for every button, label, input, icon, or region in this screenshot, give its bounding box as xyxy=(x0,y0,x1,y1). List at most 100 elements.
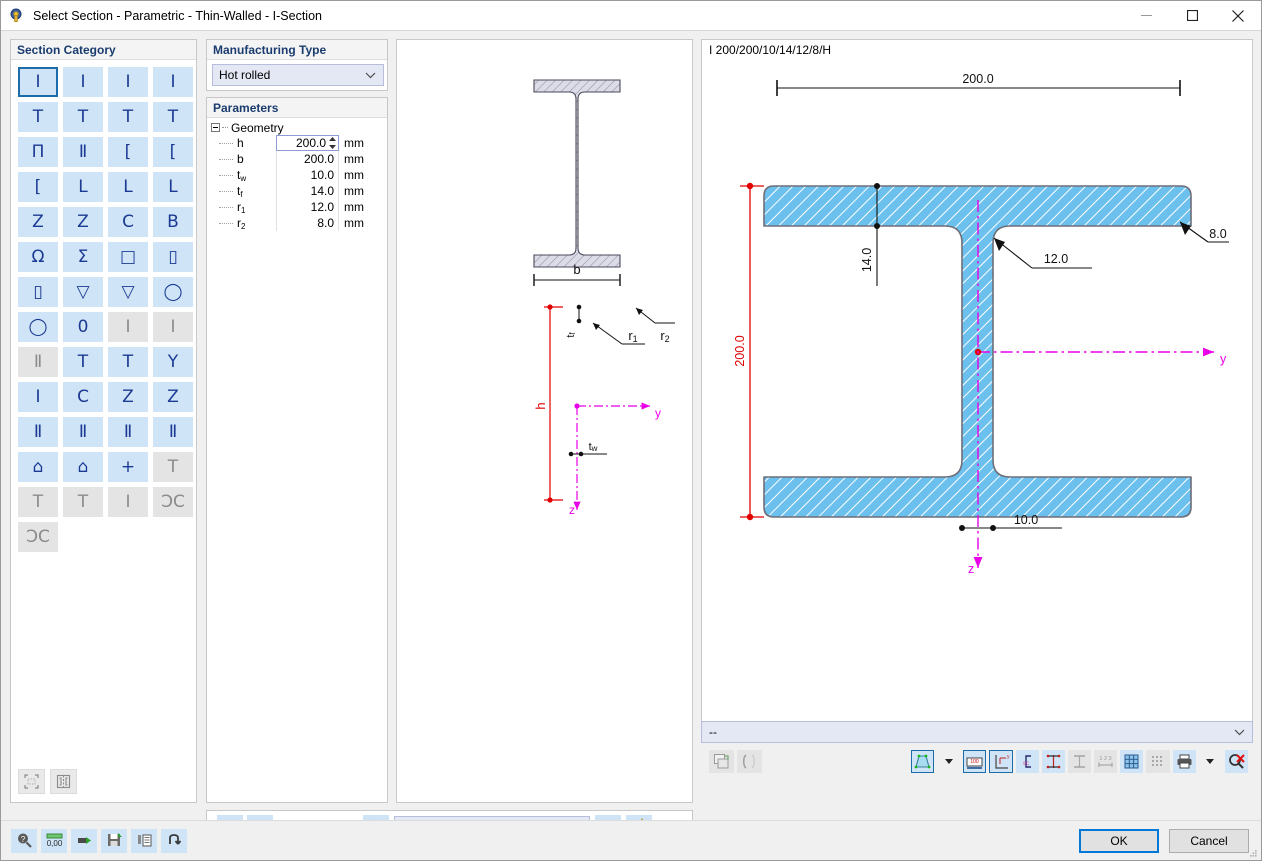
section-category-t-section-1[interactable]: T xyxy=(18,102,58,132)
collapse-icon[interactable] xyxy=(211,123,220,132)
section-category-tee-welded-1[interactable]: T xyxy=(63,347,103,377)
section-category-t-section-2[interactable]: T xyxy=(63,102,103,132)
section-category-rect-hollow-1[interactable]: ▯ xyxy=(153,242,193,272)
printer-icon[interactable] xyxy=(1172,750,1196,773)
section-category-square-hollow[interactable]: □ xyxy=(108,242,148,272)
section-category-hat-section[interactable]: Ω xyxy=(18,242,58,272)
ok-button[interactable]: OK xyxy=(1079,828,1159,853)
parameter-value-input[interactable]: 8.0 xyxy=(276,215,339,231)
maximize-button[interactable] xyxy=(1169,1,1215,31)
parameters-tree: Geometry h 200.0 mm b 200.0 mm tw 10.0 mm tf 14.0 m… xyxy=(207,118,387,231)
section-category-tee-welded-2[interactable]: T xyxy=(108,347,148,377)
section-category-trapezoid-1[interactable]: ▽ xyxy=(63,277,103,307)
section-category-angle-2[interactable]: L xyxy=(108,172,148,202)
section-category-channel-welded-1[interactable]: C xyxy=(63,382,103,412)
section-category-channel-1[interactable]: [ xyxy=(108,137,148,167)
section-category-i-section-4[interactable]: I xyxy=(153,67,193,97)
section-category-circle-1[interactable]: ◯ xyxy=(18,312,58,342)
cancel-button[interactable]: Cancel xyxy=(1169,828,1249,853)
section-category-double-i-section[interactable]: Ⅱ xyxy=(63,137,103,167)
close-button[interactable] xyxy=(1215,1,1261,31)
manufacturing-type-select[interactable]: Hot rolled xyxy=(212,64,384,86)
section-category-c-section[interactable]: C xyxy=(108,207,148,237)
section-category-grid: I I I I T T T T Π Ⅱ[[[L L L Z Z C B Ω Σ □ ▯ ▯ ▽ ▽ ◯ ◯ 0 I I Ⅱ T T Y I C Z Z… xyxy=(11,60,196,552)
stress-points-icon[interactable] xyxy=(1067,750,1092,773)
parameter-value-input[interactable]: 12.0 xyxy=(276,199,339,215)
preview-label-r1: r1 xyxy=(628,328,637,344)
section-category-channel-2[interactable]: [ xyxy=(153,137,193,167)
section-category-i-section-1[interactable]: I xyxy=(18,67,58,97)
minimize-button[interactable] xyxy=(1123,1,1169,31)
section-category-z-welded-2[interactable]: Z xyxy=(153,382,193,412)
double-i-section-icon: Ⅱ xyxy=(78,141,88,162)
section-category-oval[interactable]: 0 xyxy=(63,312,103,342)
bottom-toolbar: ? 0,00 xyxy=(11,828,187,853)
section-edit-icon[interactable] xyxy=(737,750,762,773)
geometry-group-row[interactable]: Geometry xyxy=(207,120,387,135)
fit-frame-icon[interactable] xyxy=(18,769,45,794)
print-dropdown[interactable] xyxy=(1199,750,1222,773)
parameter-value-input[interactable]: 10.0 xyxy=(276,167,339,183)
parameter-value: 200.0 xyxy=(295,136,326,150)
units-icon[interactable]: 0,00 xyxy=(41,828,67,853)
section-category-i-section-2[interactable]: I xyxy=(63,67,103,97)
spinner-icon[interactable] xyxy=(328,137,336,149)
section-category-double-t-welded-2[interactable]: Ⅱ xyxy=(153,417,193,447)
section-category-cross-section[interactable]: + xyxy=(108,452,148,482)
section-category-z-section-2[interactable]: Z xyxy=(63,207,103,237)
section-category-closed-box-2[interactable]: ⌂ xyxy=(63,452,103,482)
mesh-icon[interactable] xyxy=(1146,750,1170,773)
dimension-icon[interactable]: 100 xyxy=(963,750,987,773)
tree-dash xyxy=(219,222,233,224)
section-category-sigma-lipped[interactable]: B xyxy=(153,207,193,237)
axis-system-icon[interactable]: y xyxy=(989,750,1013,773)
section-category-double-i-welded-2[interactable]: Ⅱ xyxy=(108,417,148,447)
shape-render-icon[interactable] xyxy=(910,750,935,773)
parameter-name-subscript: 2 xyxy=(241,221,246,231)
section-category-t-section-4[interactable]: T xyxy=(153,102,193,132)
numbering-icon[interactable]: 1 2 3 xyxy=(1094,750,1118,773)
box-double-web-icon: Ⅱ xyxy=(33,351,43,372)
parameter-row[interactable]: h 200.0 mm xyxy=(207,135,387,151)
section-category-angle-1[interactable]: L xyxy=(63,172,103,202)
parameter-value-input[interactable]: 14.0 xyxy=(276,183,339,199)
section-drawing-canvas[interactable]: 200.0 200.0 14.0 12.0 8.0 10.0 y z xyxy=(702,60,1252,715)
section-lock-icon xyxy=(9,8,25,24)
parameter-row[interactable]: tw 10.0 mm xyxy=(207,167,387,183)
section-category-t-section-3[interactable]: T xyxy=(108,102,148,132)
settings-icon[interactable] xyxy=(71,828,97,853)
section-category-rect-hollow-2[interactable]: ▯ xyxy=(18,277,58,307)
section-category-closed-box-1[interactable]: ⌂ xyxy=(18,452,58,482)
parameter-row[interactable]: r2 8.0 mm xyxy=(207,215,387,231)
parameter-value-input[interactable]: 200.0 xyxy=(276,151,339,167)
parameter-value-input[interactable]: 200.0 xyxy=(276,135,339,151)
mirror-icon[interactable] xyxy=(50,769,77,794)
section-category-i-welded-3[interactable]: I xyxy=(18,382,58,412)
section-category-z-welded-1[interactable]: Z xyxy=(108,382,148,412)
copy-view-icon[interactable] xyxy=(709,750,734,773)
parameter-row[interactable]: r1 12.0 mm xyxy=(207,199,387,215)
section-category-sigma-section[interactable]: Σ xyxy=(63,242,103,272)
undo-arrow-icon[interactable] xyxy=(161,828,187,853)
section-category-i-section-3[interactable]: I xyxy=(108,67,148,97)
section-category-z-section-1[interactable]: Z xyxy=(18,207,58,237)
save-icon[interactable] xyxy=(101,828,127,853)
grid-icon[interactable] xyxy=(1120,750,1144,773)
section-category-circle-hollow[interactable]: ◯ xyxy=(153,277,193,307)
zoom-reset-icon[interactable] xyxy=(1224,750,1248,773)
section-category-trapezoid-2[interactable]: ▽ xyxy=(108,277,148,307)
section-category-angle-3[interactable]: L xyxy=(153,172,193,202)
section-category-double-i-welded-1[interactable]: Ⅱ xyxy=(18,417,58,447)
section-category-pi-section[interactable]: Π xyxy=(18,137,58,167)
section-category-double-t-welded[interactable]: Ⅱ xyxy=(63,417,103,447)
resize-grip[interactable] xyxy=(1248,847,1258,857)
help-magnifier-icon[interactable]: ? xyxy=(11,828,37,853)
parameter-row[interactable]: b 200.0 mm xyxy=(207,151,387,167)
detail-list-icon[interactable] xyxy=(131,828,157,853)
shear-center-icon[interactable]: sc xyxy=(1015,750,1039,773)
render-mode-dropdown[interactable] xyxy=(937,750,960,773)
section-category-tee-welded-3[interactable]: Y xyxy=(153,347,193,377)
section-category-channel-3[interactable]: [ xyxy=(18,172,58,202)
parameter-row[interactable]: tf 14.0 mm xyxy=(207,183,387,199)
principal-axes-icon[interactable] xyxy=(1041,750,1065,773)
